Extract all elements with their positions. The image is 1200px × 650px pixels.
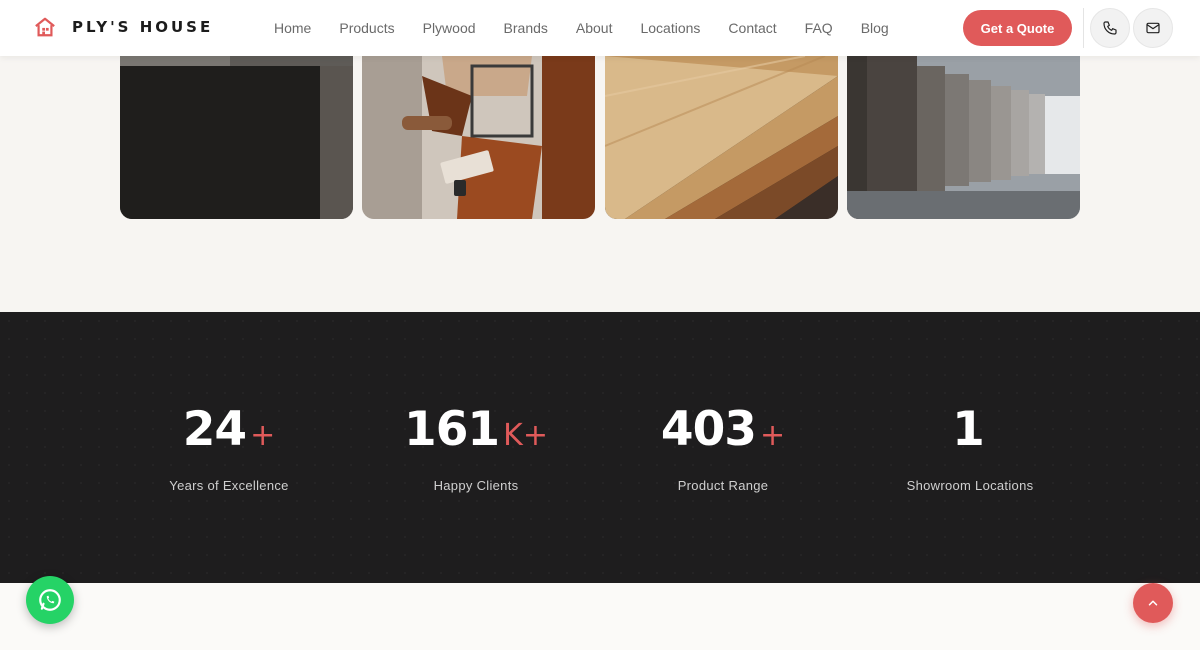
stat-number: 24	[182, 402, 247, 457]
stat-clients: 161 K+ Happy Clients	[356, 402, 596, 493]
stat-products: 403 + Product Range	[603, 402, 843, 493]
stat-label: Years of Excellence	[169, 478, 289, 493]
get-quote-button[interactable]: Get a Quote	[963, 10, 1072, 46]
next-section	[0, 583, 1200, 650]
stat-suffix: K+	[503, 418, 548, 453]
chevron-up-icon	[1148, 600, 1158, 606]
nav-faq[interactable]: FAQ	[805, 20, 833, 36]
stat-label: Product Range	[677, 478, 769, 493]
stat-years: 24 + Years of Excellence	[109, 402, 349, 493]
stat-number: 1	[952, 402, 985, 457]
whatsapp-button[interactable]	[26, 576, 74, 624]
whatsapp-icon	[39, 589, 61, 611]
wall-panels-image	[847, 56, 1080, 219]
stat-suffix: +	[250, 418, 276, 453]
mail-icon	[1146, 22, 1160, 34]
house-logo-icon	[35, 17, 55, 37]
main-nav: Home Products Plywood Brands About Locat…	[260, 0, 903, 56]
stat-showrooms: 1 Showroom Locations	[850, 402, 1090, 493]
site-header: PLY'S HOUSE Home Products Plywood Brands…	[0, 0, 1200, 56]
gallery-card[interactable]	[362, 56, 595, 219]
scroll-top-button[interactable]	[1133, 583, 1173, 623]
phone-icon	[1103, 21, 1117, 35]
mail-button[interactable]	[1133, 8, 1173, 48]
nav-brands[interactable]: Brands	[504, 20, 548, 36]
brand-name: PLY'S HOUSE	[72, 18, 214, 36]
nav-about[interactable]: About	[576, 20, 613, 36]
dark-stone-image	[120, 56, 353, 219]
stats-section: 24 + Years of Excellence 161 K+ Happy Cl…	[0, 312, 1200, 583]
wood-veneer-image	[605, 56, 838, 219]
nav-locations[interactable]: Locations	[640, 20, 700, 36]
stat-suffix: +	[759, 418, 786, 453]
stat-label: Happy Clients	[433, 478, 519, 493]
stat-number: 161	[404, 402, 500, 457]
reading-person-image	[362, 56, 595, 219]
nav-plywood[interactable]: Plywood	[423, 20, 476, 36]
brand-logo[interactable]: PLY'S HOUSE	[34, 16, 213, 38]
gallery-cards	[120, 56, 1080, 219]
gallery-card[interactable]	[605, 56, 838, 219]
gallery-card[interactable]	[847, 56, 1080, 219]
stat-label: Showroom Locations	[906, 478, 1034, 493]
gallery-card[interactable]	[120, 56, 353, 219]
stat-number: 403	[660, 402, 757, 457]
phone-button[interactable]	[1090, 8, 1130, 48]
nav-products[interactable]: Products	[339, 20, 394, 36]
header-divider	[1083, 8, 1084, 48]
nav-home[interactable]: Home	[274, 20, 311, 36]
nav-blog[interactable]: Blog	[861, 20, 889, 36]
nav-contact[interactable]: Contact	[728, 20, 776, 36]
